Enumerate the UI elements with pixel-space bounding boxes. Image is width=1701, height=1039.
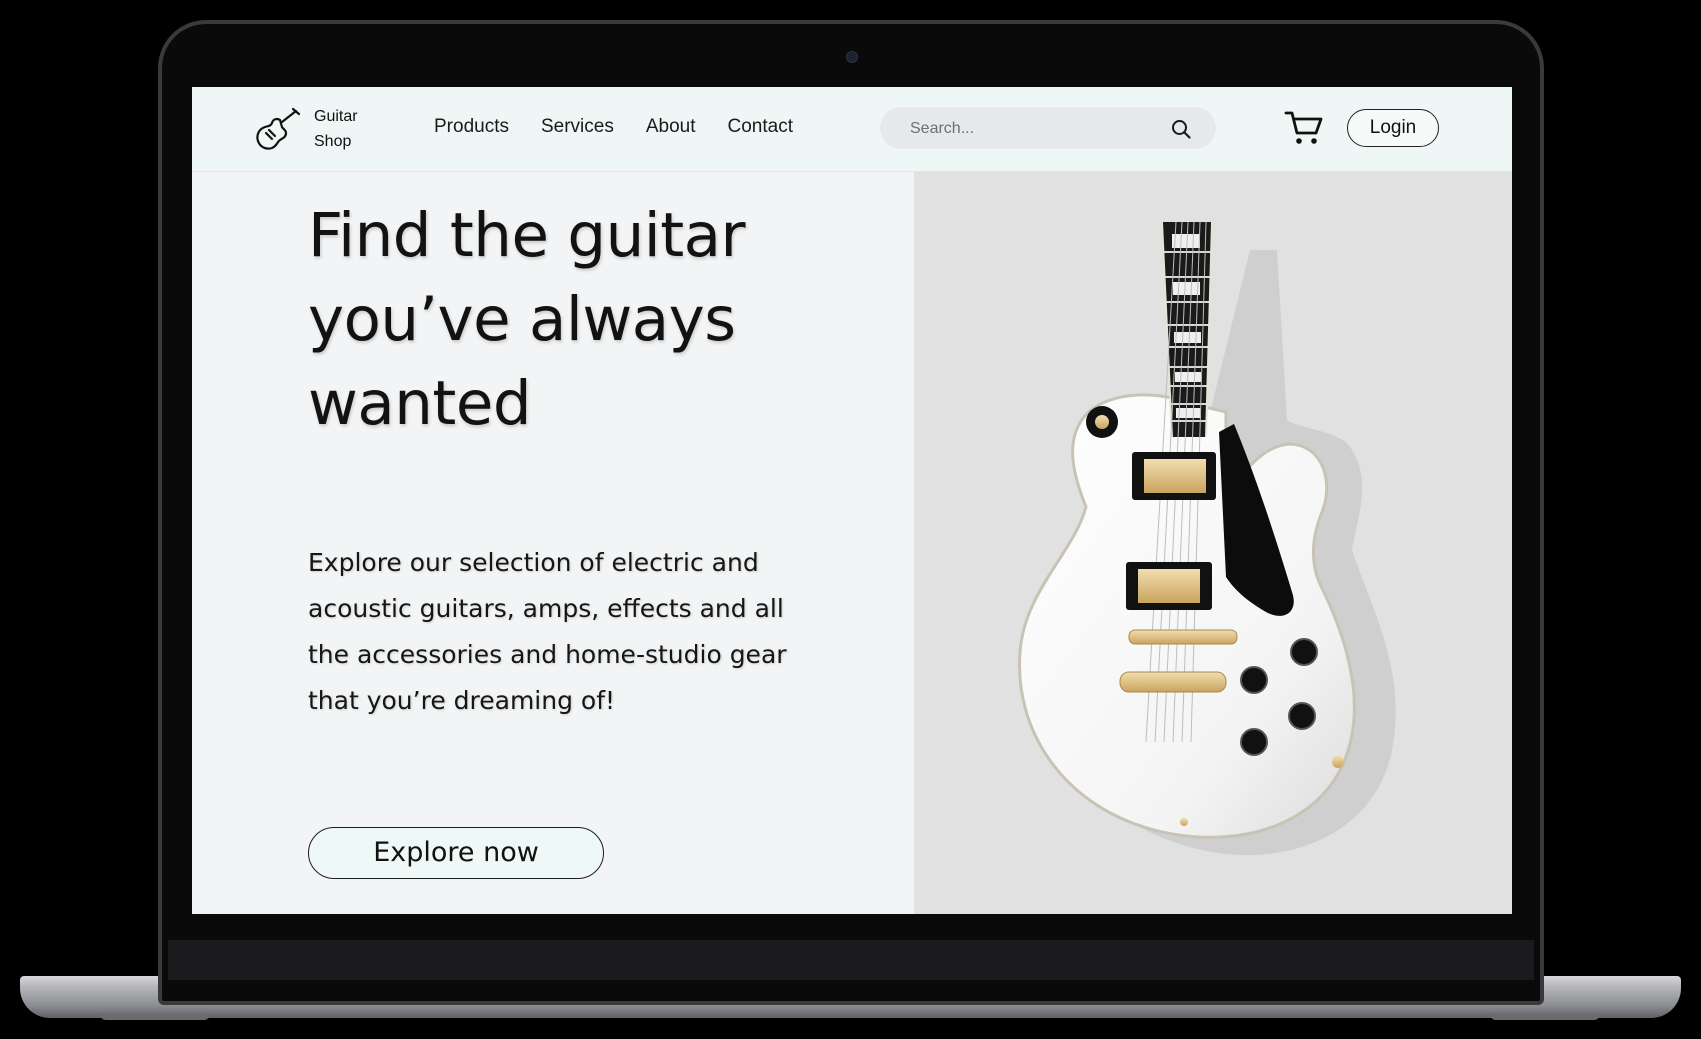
screen-bezel-bottom xyxy=(168,940,1534,980)
search-bar xyxy=(880,107,1216,151)
laptop-mockup: Guitar Shop Products Services About Cont… xyxy=(0,0,1701,1039)
laptop-foot-right xyxy=(1490,1014,1600,1020)
electric-guitar-image xyxy=(1018,221,1396,856)
nav-about[interactable]: About xyxy=(646,116,696,138)
shopping-cart-icon[interactable] xyxy=(1284,109,1324,147)
hero-text-panel: Find the guitar you’ve always wanted Exp… xyxy=(192,172,914,914)
main-nav: Products Services About Contact xyxy=(434,116,825,138)
logo-line-2: Shop xyxy=(314,133,352,150)
hero-headline: Find the guitar you’ve always wanted xyxy=(308,200,746,439)
nav-contact[interactable]: Contact xyxy=(728,116,793,138)
navbar: Guitar Shop Products Services About Cont… xyxy=(192,87,1512,172)
webcam xyxy=(846,51,858,63)
logo-line-1: Guitar xyxy=(314,108,358,125)
nav-products[interactable]: Products xyxy=(434,116,509,138)
nav-services[interactable]: Services xyxy=(541,116,614,138)
login-button[interactable]: Login xyxy=(1347,109,1439,147)
website-screen: Guitar Shop Products Services About Cont… xyxy=(192,87,1512,914)
laptop-foot-left xyxy=(100,1014,210,1020)
search-input[interactable] xyxy=(908,107,1172,151)
hero-description: Explore our selection of electric and ac… xyxy=(308,548,787,715)
explore-now-button[interactable]: Explore now xyxy=(308,827,604,879)
hero-image-panel xyxy=(914,172,1512,914)
logo-text[interactable]: Guitar Shop xyxy=(314,104,358,154)
electric-guitar-icon[interactable] xyxy=(252,107,302,153)
search-icon[interactable] xyxy=(1170,118,1192,140)
